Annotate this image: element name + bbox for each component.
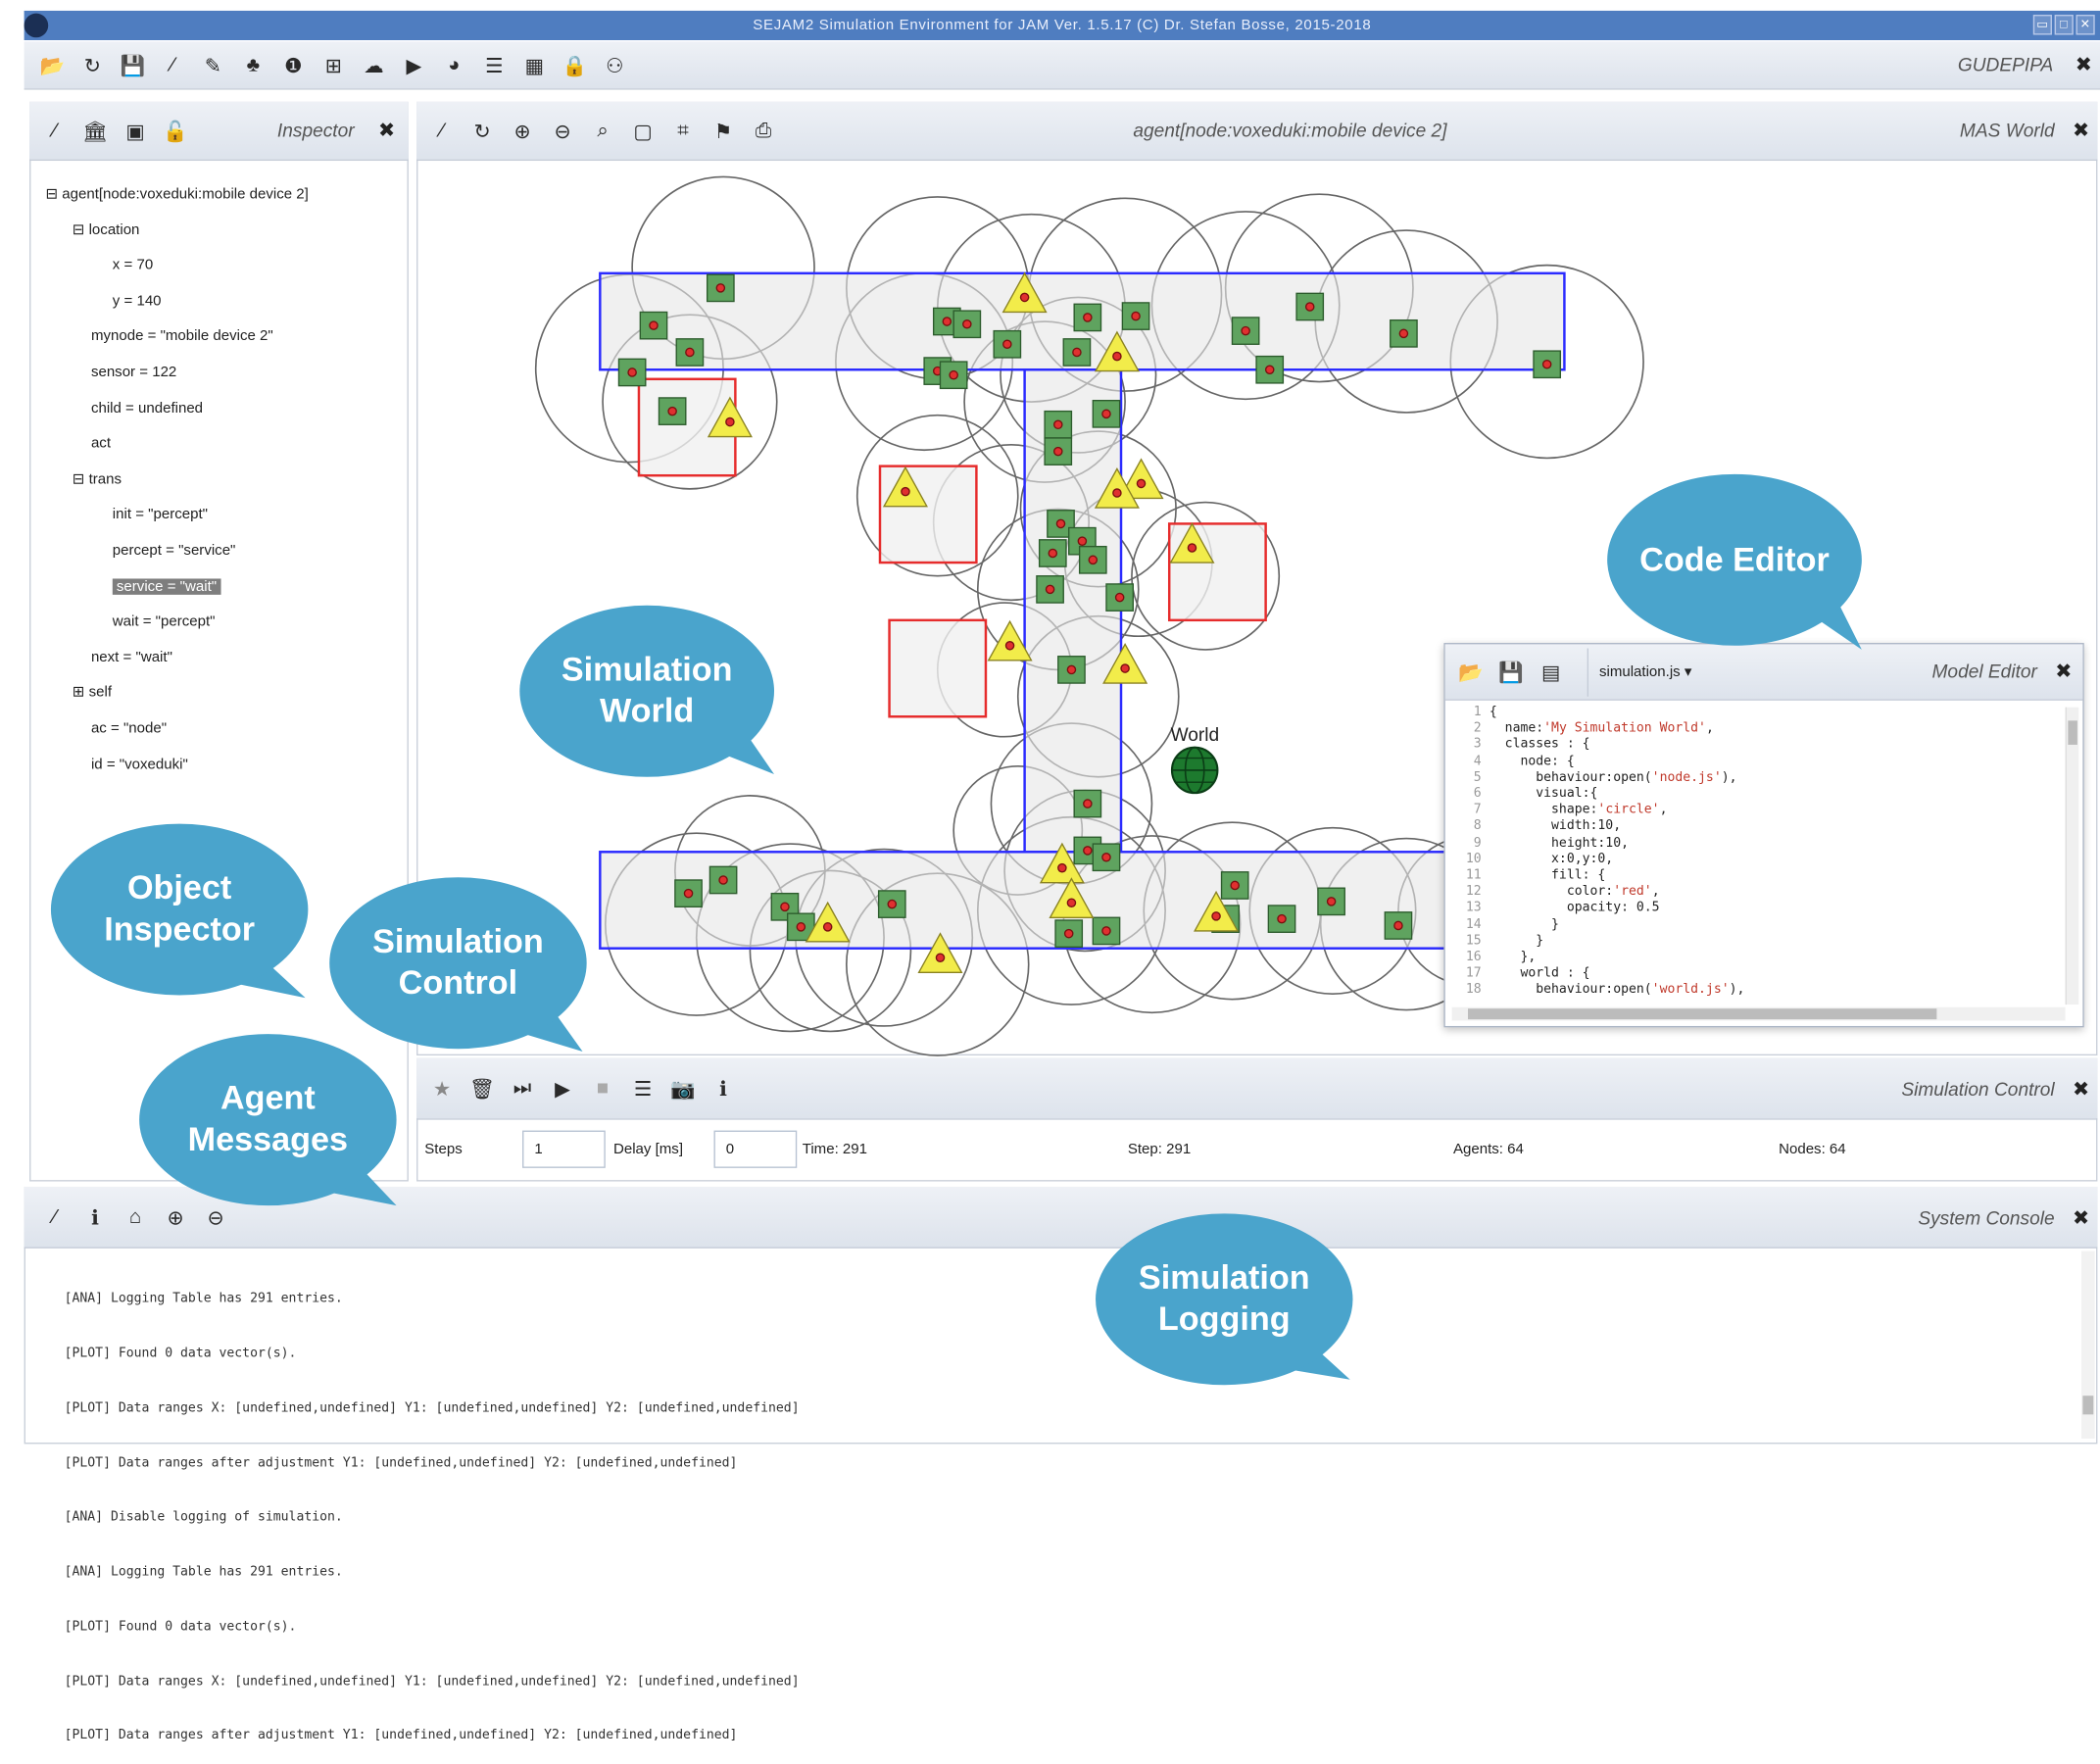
callout-code-editor: Code Editor [1607, 473, 1862, 646]
callout-agent-messages: Agent Messages [139, 1034, 397, 1206]
log-line: [PLOT] Data ranges after adjustment Y1: … [64, 1455, 738, 1471]
callout-object-inspector: Object Inspector [50, 823, 309, 996]
callout-simulation-world: Simulation World [519, 605, 775, 777]
log-line: [PLOT] Data ranges X: [undefined,undefin… [64, 1674, 800, 1690]
callout-simulation-control: Simulation Control [329, 877, 587, 1050]
log-line: [PLOT] Data ranges after adjustment Y1: … [64, 1728, 738, 1743]
callout-simulation-logging: Simulation Logging [1096, 1213, 1353, 1386]
callout-tails [220, 596, 1862, 1380]
log-line: [ANA] Disable logging of simulation. [64, 1509, 343, 1525]
log-line: [PLOT] Found 0 data vector(s). [64, 1619, 297, 1635]
log-line: [ANA] Logging Table has 291 entries. [64, 1564, 343, 1580]
